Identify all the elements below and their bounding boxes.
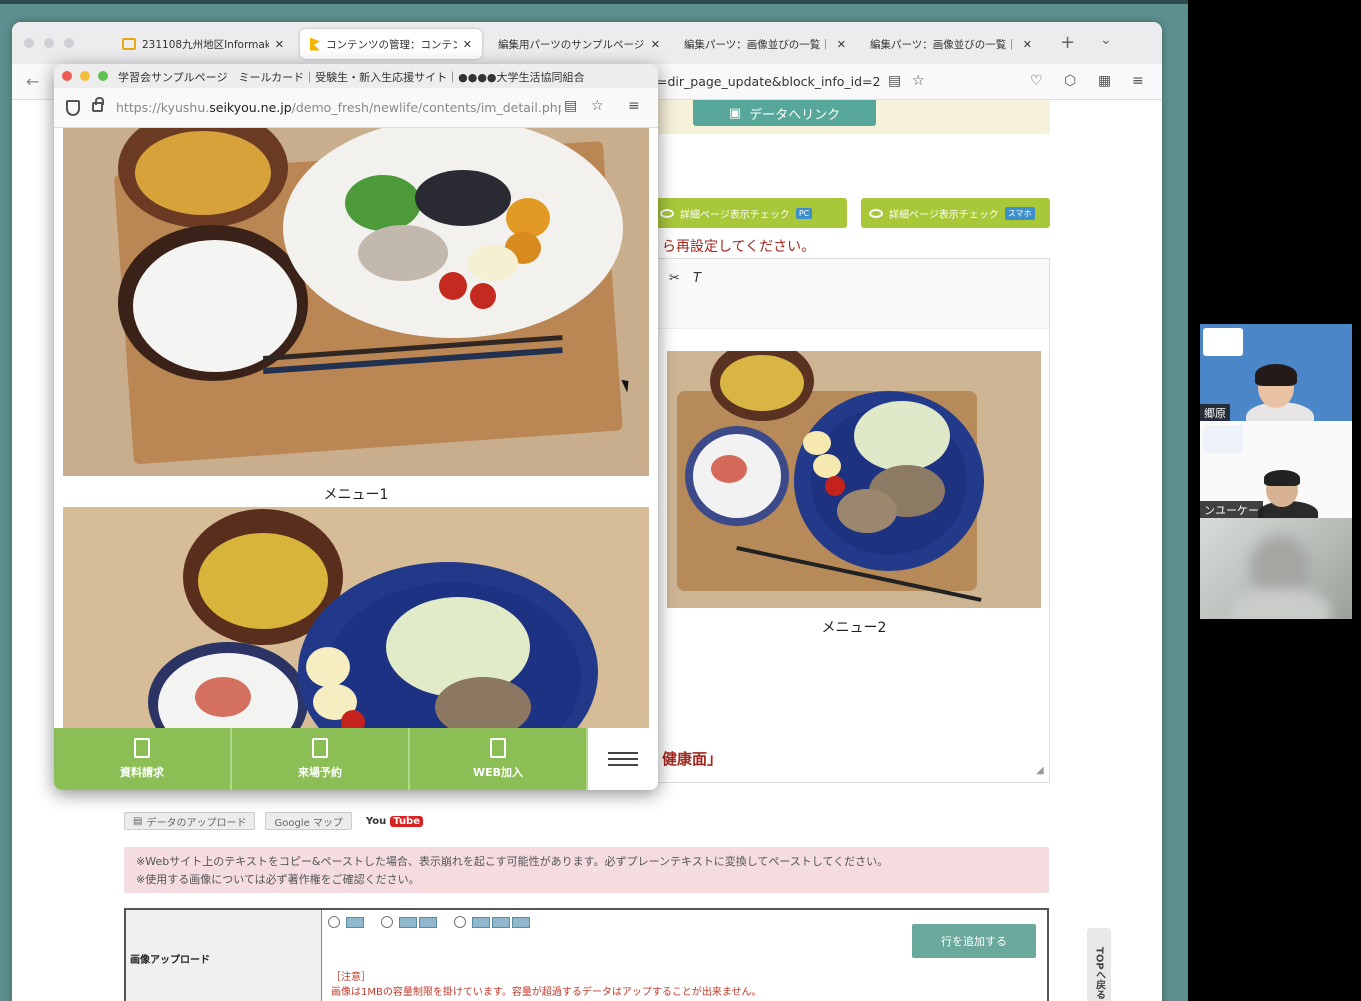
nav-visit-reservation[interactable]: 来場予約: [232, 728, 410, 790]
data-link-button[interactable]: ▣ データへリンク: [693, 100, 876, 126]
menu2-caption: メニュー2: [821, 620, 887, 636]
layout-radio-1[interactable]: [328, 916, 340, 928]
menu1-caption: メニュー1: [323, 487, 389, 503]
remove-format-icon[interactable]: T: [693, 271, 701, 286]
minimize-button[interactable]: [80, 71, 90, 81]
menu-icon[interactable]: ≡: [1132, 73, 1144, 89]
bookmark-star-icon[interactable]: ☆: [912, 73, 925, 89]
participant-name: 郷原: [1200, 404, 1230, 421]
close-icon[interactable]: ✕: [463, 38, 472, 51]
slides-icon: [122, 38, 136, 50]
sp-badge: スマホ: [1004, 206, 1035, 220]
qr-icon[interactable]: ▦: [1098, 73, 1111, 89]
nav-request-materials[interactable]: 資料請求: [54, 728, 232, 790]
editor-toolbar: ✂ T: [653, 259, 1049, 329]
tab-image-list-1[interactable]: 編集パーツ：画像並びの一覧｜サ ✕: [674, 29, 856, 59]
close-icon[interactable]: ✕: [1023, 38, 1032, 51]
popup-page-body: メニュー1: [54, 128, 658, 728]
eye-icon: [869, 208, 883, 218]
layout-radio-3[interactable]: [454, 916, 466, 928]
participant-tile-3[interactable]: [1200, 518, 1352, 619]
window-minimize-button[interactable]: [44, 38, 54, 48]
close-button[interactable]: [62, 71, 72, 81]
window-close-button[interactable]: [24, 38, 34, 48]
image-upload-label: 画像アップロード: [126, 910, 322, 1001]
health-heading: 健康面」: [662, 750, 723, 768]
pc-badge: PC: [795, 207, 813, 219]
insert-chips: ▤ データのアップロード Google マップ You Tube: [124, 812, 432, 830]
extension-icon[interactable]: ⬡: [1064, 73, 1076, 89]
participant-tile-1[interactable]: 郷原: [1200, 324, 1352, 421]
data-upload-chip[interactable]: ▤ データのアップロード: [124, 812, 256, 830]
image-icon: [512, 917, 530, 928]
menu2-photo: [667, 351, 1041, 608]
phone-icon: [312, 738, 328, 758]
close-icon[interactable]: ✕: [275, 38, 284, 51]
image-icon: [492, 917, 510, 928]
image-icon: [346, 917, 364, 928]
hamburger-icon[interactable]: [588, 728, 658, 790]
zoom-button[interactable]: [98, 71, 108, 81]
layout-radio-2[interactable]: [381, 916, 393, 928]
back-arrow-icon[interactable]: ←: [26, 72, 39, 91]
image-icon: [472, 917, 490, 928]
address-bar-text[interactable]: =dir_page_update&block_info_id=2: [657, 74, 880, 89]
eye-icon: [660, 208, 674, 218]
chevron-down-icon[interactable]: ⌄: [1100, 32, 1112, 48]
menu2-photo-preview: [63, 507, 649, 728]
popup-url-bar: https://kyushu.seikyou.ne.jp/demo_fresh/…: [54, 88, 658, 128]
folder-icon: ▤: [133, 815, 143, 827]
popup-url[interactable]: https://kyushu.seikyou.ne.jp/demo_fresh/…: [116, 100, 561, 115]
tab-sample-page[interactable]: 編集用パーツのサンプルページ｜サ ✕: [488, 29, 670, 59]
nav-web-join[interactable]: WEB加入: [410, 728, 588, 790]
tab-informaker[interactable]: 231108九州地区Informaker ✕: [112, 29, 294, 59]
participant-name: ンユーケー: [1200, 501, 1263, 518]
reader-view-icon[interactable]: ▤: [564, 98, 577, 114]
image-icon: [399, 917, 417, 928]
clipboard-icon: [490, 738, 506, 758]
add-row-button[interactable]: 行を追加する: [912, 924, 1036, 958]
tab-image-list-2[interactable]: 編集パーツ：画像並びの一覧｜サ ✕: [860, 29, 1042, 59]
popup-bottom-nav: 資料請求 来場予約 WEB加入: [54, 728, 658, 790]
image-upload-table: 画像アップロード 行を追加する ［注意］ 画像は1MBの容量制限を掛けています。…: [124, 908, 1049, 1001]
new-tab-icon[interactable]: +: [1060, 32, 1075, 53]
lock-icon[interactable]: [92, 97, 104, 112]
popup-title: 学習会サンプルページ ミールカード｜受験生・新入生応援サイト｜●●●●大学生活協…: [118, 71, 585, 84]
upload-caution: ［注意］ 画像は1MBの容量制限を掛けています。容量が超過するデータはアップする…: [331, 972, 762, 998]
participant-tile-2[interactable]: ンユーケー: [1200, 421, 1352, 518]
bookmark-star-icon[interactable]: ☆: [591, 98, 604, 114]
popup-titlebar: 学習会サンプルページ ミールカード｜受験生・新入生応援サイト｜●●●●大学生活協…: [54, 64, 658, 88]
reset-notice: ら再設定してください。: [662, 239, 816, 255]
youtube-chip[interactable]: You Tube: [357, 812, 432, 830]
cut-icon[interactable]: ✂: [669, 271, 680, 286]
close-icon[interactable]: ✕: [651, 38, 660, 51]
copy-paste-notice: ※Webサイト上のテキストをコピー&ペーストした場合、表示崩れを起こす可能性があ…: [124, 847, 1049, 893]
reader-view-icon[interactable]: ▤: [888, 73, 901, 89]
shield-icon[interactable]: [66, 100, 80, 116]
image-icon: [419, 917, 437, 928]
window-zoom-button[interactable]: [64, 38, 74, 48]
site-favicon-icon: [310, 37, 320, 51]
back-to-top-link[interactable]: TOPへ戻る: [1087, 928, 1111, 1001]
menu1-photo: [63, 128, 649, 476]
resize-grip-icon[interactable]: ◢: [1036, 765, 1044, 776]
detail-check-sp-button[interactable]: 詳細ページ表示チェック スマホ: [861, 198, 1050, 228]
google-map-chip[interactable]: Google マップ: [265, 812, 352, 830]
org-logo-icon: [1203, 425, 1243, 453]
preview-popup-window: 学習会サンプルページ ミールカード｜受験生・新入生応援サイト｜●●●●大学生活協…: [54, 64, 658, 790]
tab-bar: 231108九州地区Informaker ✕ コンテンツの管理：コンテンツ ✕ …: [12, 22, 1162, 64]
org-logo-icon: [1203, 328, 1243, 356]
screen-share-area: 231108九州地区Informaker ✕ コンテンツの管理：コンテンツ ✕ …: [0, 0, 1188, 1001]
tab-content-manage[interactable]: コンテンツの管理：コンテンツ ✕: [300, 29, 482, 59]
book-icon: [134, 738, 150, 758]
document-icon: ▣: [728, 105, 742, 121]
share-top-bar: [0, 0, 1188, 4]
detail-check-pc-button[interactable]: 詳細ページ表示チェック PC: [652, 198, 847, 228]
pocket-icon[interactable]: ♡: [1030, 73, 1043, 89]
menu-icon[interactable]: ≡: [628, 98, 640, 114]
close-icon[interactable]: ✕: [837, 38, 846, 51]
